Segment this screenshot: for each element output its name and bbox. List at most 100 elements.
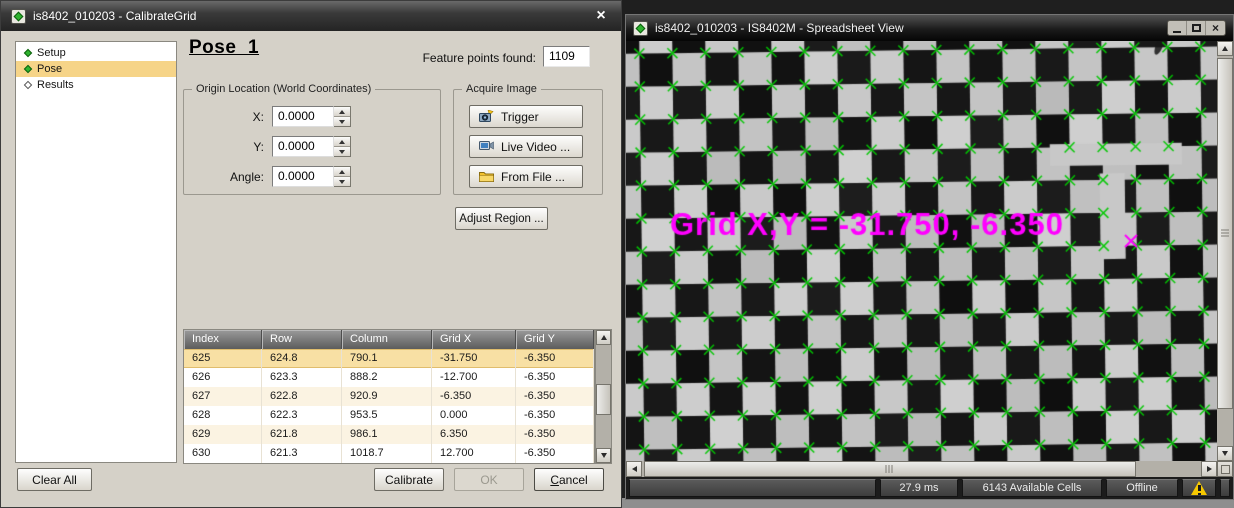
nav-item-pose[interactable]: Pose — [16, 61, 176, 77]
scroll-up-arrow[interactable] — [596, 330, 611, 345]
triangle-right-icon — [1207, 466, 1212, 472]
spreadsheet-titlebar[interactable]: is8402_010203 - IS8402M - Spreadsheet Vi… — [626, 15, 1233, 41]
live-video-button[interactable]: Live Video ... — [469, 135, 583, 158]
cell: 1018.7 — [342, 444, 432, 463]
button-label: Trigger — [501, 110, 539, 124]
window-title: is8402_010203 - CalibrateGrid — [33, 9, 196, 23]
cell: -6.350 — [516, 387, 594, 406]
triangle-up-icon — [1222, 46, 1228, 51]
triangle-down-icon — [1222, 451, 1228, 456]
cell: 621.3 — [262, 444, 342, 463]
scrollbar-thumb[interactable] — [596, 384, 611, 415]
triangle-up-icon — [339, 110, 345, 114]
cancel-label: Cancel — [535, 470, 603, 490]
clear-all-button[interactable]: Clear All — [17, 468, 92, 491]
calibrategrid-window: is8402_010203 - CalibrateGrid × SetupPos… — [0, 0, 622, 508]
warning-exclamation — [1198, 485, 1201, 491]
status-offline: Offline — [1106, 479, 1178, 497]
triangle-left-icon — [632, 466, 637, 472]
scrollbar-track[interactable] — [596, 345, 611, 448]
field-row-x: X:0.0000 — [184, 106, 432, 127]
column-header-grid-y: Grid Y — [516, 330, 594, 349]
origin-location-group: Origin Location (World Coordinates) X:0.… — [183, 89, 441, 195]
maximize-icon[interactable] — [1187, 21, 1206, 35]
table-scrollbar[interactable] — [595, 329, 612, 464]
close-icon[interactable]: × — [1206, 21, 1225, 35]
status-time: 27.9 ms — [880, 479, 958, 497]
cell: -6.350 — [432, 387, 516, 406]
spin-up-button[interactable] — [334, 167, 350, 177]
x-input[interactable]: 0.0000 — [272, 106, 334, 127]
field-label: Y: — [184, 140, 272, 154]
table-row[interactable]: 626623.3888.2-12.700-6.350 — [184, 368, 594, 387]
cell: 622.3 — [262, 406, 342, 425]
scroll-right-arrow[interactable] — [1201, 461, 1217, 477]
scrollbar-thumb[interactable] — [1217, 58, 1233, 409]
ok-button[interactable]: OK — [454, 468, 524, 491]
resize-corner[interactable] — [1217, 461, 1233, 477]
cell: -6.350 — [516, 368, 594, 387]
green-diamond-icon — [24, 49, 32, 57]
table-row[interactable]: 628622.3953.50.000-6.350 — [184, 406, 594, 425]
scrollbar-track[interactable] — [1217, 56, 1233, 446]
trigger-button[interactable]: Trigger — [469, 105, 583, 128]
calibrategrid-titlebar[interactable]: is8402_010203 - CalibrateGrid × — [1, 1, 621, 31]
angle-input[interactable]: 0.0000 — [272, 166, 334, 187]
status-bar: 27.9 ms6143 Available CellsOffline — [626, 477, 1233, 499]
scroll-left-arrow[interactable] — [626, 461, 642, 477]
cell: -6.350 — [516, 349, 594, 368]
adjust-region-button[interactable]: Adjust Region ... — [455, 207, 548, 230]
spin-up-button[interactable] — [334, 107, 350, 117]
cell: -12.700 — [432, 368, 516, 387]
cell: -6.350 — [516, 406, 594, 425]
vertical-scrollbar[interactable] — [1217, 41, 1233, 461]
field-label: X: — [184, 110, 272, 124]
cell: 621.8 — [262, 425, 342, 444]
table-row[interactable]: 630621.31018.712.700-6.350 — [184, 444, 594, 463]
spin-up-button[interactable] — [334, 137, 350, 147]
cancel-button[interactable]: Cancel — [534, 468, 604, 491]
scrollbar-thumb[interactable] — [644, 461, 1136, 477]
cell: 626 — [184, 368, 262, 387]
from-file-button[interactable]: From File ... — [469, 165, 583, 188]
cell: 12.700 — [432, 444, 516, 463]
button-label: From File ... — [501, 170, 565, 184]
column-header-column: Column — [342, 330, 432, 349]
triangle-down-icon — [339, 120, 345, 124]
cell: 627 — [184, 387, 262, 406]
spin-down-button[interactable] — [334, 177, 350, 186]
cell: -31.750 — [432, 349, 516, 368]
scrollbar-track[interactable] — [642, 461, 1201, 477]
cell: 630 — [184, 444, 262, 463]
field-label: Angle: — [184, 170, 272, 184]
cell: 790.1 — [342, 349, 432, 368]
triangle-up-icon — [601, 335, 607, 340]
table-header: IndexRowColumnGrid XGrid Y — [184, 330, 594, 349]
table-row[interactable]: 629621.8986.16.350-6.350 — [184, 425, 594, 444]
scroll-down-arrow[interactable] — [1217, 446, 1233, 461]
calibrate-button[interactable]: Calibrate — [374, 468, 444, 491]
spin-down-button[interactable] — [334, 117, 350, 126]
grid-points-table: IndexRowColumnGrid XGrid Y 625624.8790.1… — [183, 329, 595, 464]
y-input[interactable]: 0.0000 — [272, 136, 334, 157]
horizontal-scrollbar[interactable] — [626, 461, 1217, 477]
checkerboard-canvas — [626, 41, 1217, 461]
table-row[interactable]: 627622.8920.9-6.350-6.350 — [184, 387, 594, 406]
feature-points-label: Feature points found: — [331, 51, 536, 65]
spin-down-button[interactable] — [334, 147, 350, 156]
table-row[interactable]: 625624.8790.1-31.750-6.350 — [184, 349, 594, 368]
status-segment-end — [1220, 479, 1230, 497]
scroll-down-arrow[interactable] — [596, 448, 611, 463]
desktop: is8402_010203 - CalibrateGrid × SetupPos… — [0, 0, 1234, 508]
cell: 953.5 — [342, 406, 432, 425]
button-label: Live Video ... — [501, 140, 570, 154]
scroll-up-arrow[interactable] — [1217, 41, 1233, 56]
cell: 628 — [184, 406, 262, 425]
spinner-buttons — [334, 136, 351, 157]
close-icon[interactable]: × — [591, 7, 611, 25]
nav-item-results[interactable]: Results — [16, 77, 176, 93]
nav-item-setup[interactable]: Setup — [16, 45, 176, 61]
minimize-icon[interactable] — [1168, 21, 1187, 35]
cell: -6.350 — [516, 444, 594, 463]
grip-icon — [885, 465, 894, 473]
